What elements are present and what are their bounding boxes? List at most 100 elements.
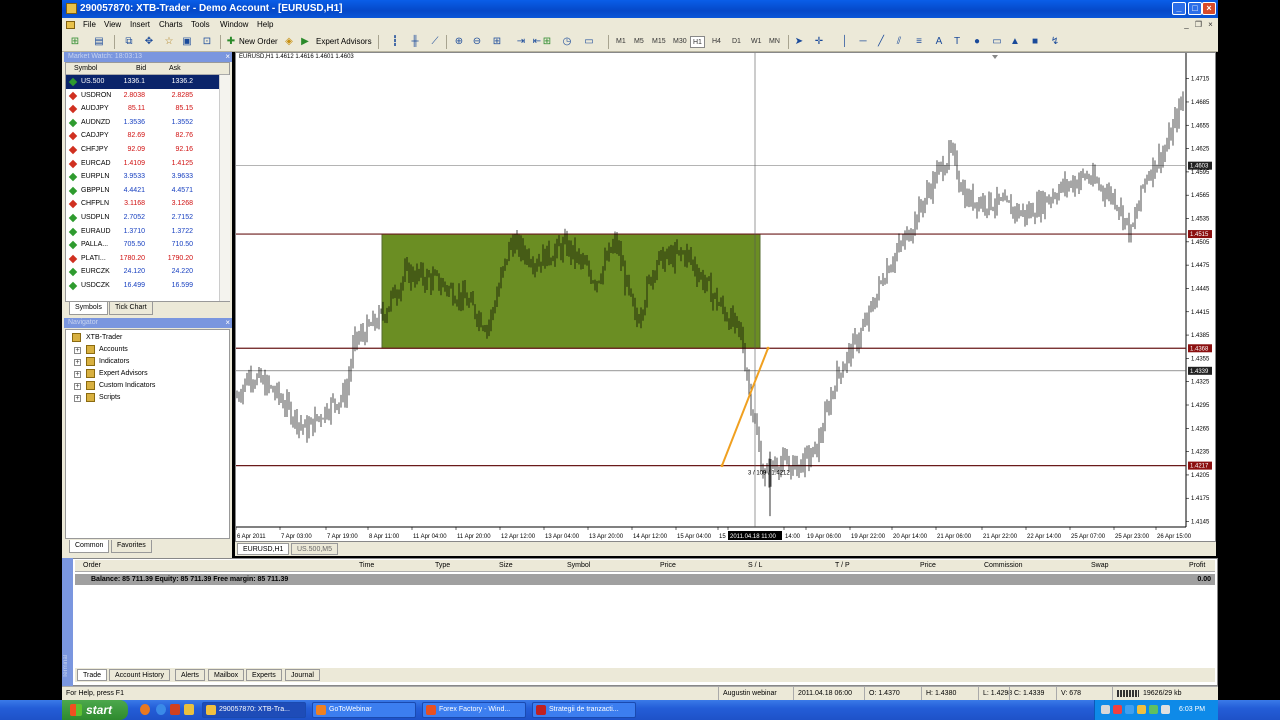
profiles-icon[interactable]: ▤: [92, 35, 106, 49]
market-watch-row[interactable]: USDRON 2.8038 2.8285: [66, 89, 229, 103]
nav-accounts[interactable]: Accounts: [99, 345, 128, 355]
ellipse-icon[interactable]: ●: [970, 35, 984, 49]
expand-accounts-icon[interactable]: +: [74, 347, 81, 354]
line-chart-icon[interactable]: ⟋: [428, 35, 442, 49]
channel-icon[interactable]: ⫽: [892, 35, 906, 49]
col-symbol[interactable]: Symbol: [567, 560, 590, 572]
market-watch-row[interactable]: CADJPY 82.69 82.76: [66, 129, 229, 143]
market-watch-row[interactable]: CHFPLN 3.1168 3.1268: [66, 197, 229, 211]
rectangle-icon[interactable]: ▭: [990, 35, 1004, 49]
tab-account-history[interactable]: Account History: [109, 669, 171, 681]
tray-icon-4[interactable]: [1137, 705, 1146, 714]
trendline-icon[interactable]: ╱: [874, 35, 888, 49]
close-button[interactable]: ×: [1202, 2, 1216, 15]
market-watch-row[interactable]: EURCAD 1.4109 1.4125: [66, 157, 229, 171]
expand-scripts-icon[interactable]: +: [74, 395, 81, 402]
timeframe-d1[interactable]: D1: [730, 36, 743, 48]
market-watch-close-icon[interactable]: ×: [225, 52, 230, 62]
nav-scripts[interactable]: Scripts: [99, 393, 120, 403]
chart-window[interactable]: 3 / 109 / 1.42121.47151.46851.46551.4625…: [235, 52, 1216, 542]
filled-rectangle-icon[interactable]: ■: [1028, 35, 1042, 49]
new-order-button[interactable]: New Order: [239, 35, 278, 49]
mdi-close-button[interactable]: ×: [1206, 20, 1215, 29]
timeframe-m1[interactable]: M1: [614, 36, 628, 48]
expand-custom-indicators-icon[interactable]: +: [74, 383, 81, 390]
tab-us500-m5[interactable]: US.500,M5: [291, 543, 339, 555]
menu-insert[interactable]: Insert: [130, 18, 150, 32]
market-watch-row[interactable]: PALLA... 705.50 710.50: [66, 238, 229, 252]
tray-icon-2[interactable]: [1113, 705, 1122, 714]
vertical-line-icon[interactable]: │: [838, 35, 852, 49]
scroll-chart-icon[interactable]: ⇥: [514, 35, 528, 49]
price-chart[interactable]: 3 / 109 / 1.42121.47151.46851.46551.4625…: [236, 53, 1215, 541]
crosshair-icon[interactable]: ✛: [812, 35, 826, 49]
nav-expert-advisors[interactable]: Expert Advisors: [99, 369, 148, 379]
tab-mailbox[interactable]: Mailbox: [208, 669, 245, 681]
col-profit[interactable]: Profit: [1189, 560, 1205, 572]
market-watch-scrollbar[interactable]: [219, 75, 230, 301]
market-watch-row[interactable]: AUDJPY 85.11 85.15: [66, 102, 229, 116]
media-quicklaunch-icon[interactable]: [170, 704, 180, 715]
maximize-button[interactable]: □: [1188, 2, 1202, 15]
data-window-icon[interactable]: ☆: [162, 35, 176, 49]
minimize-button[interactable]: _: [1172, 2, 1186, 15]
periods-icon[interactable]: ◷: [560, 35, 574, 49]
menu-help[interactable]: Help: [257, 18, 273, 32]
col-sl[interactable]: S / L: [748, 560, 762, 572]
taskbar-xtb-trader[interactable]: 290057870: XTB-Tra...: [202, 702, 306, 718]
timeframe-h4[interactable]: H4: [710, 36, 723, 48]
new-chart-icon[interactable]: ⊞: [68, 35, 82, 49]
tab-favorites[interactable]: Favorites: [111, 540, 152, 553]
timeframe-mn[interactable]: MN: [767, 36, 782, 48]
autotrading-icon[interactable]: ▶: [298, 35, 312, 49]
menu-tools[interactable]: Tools: [191, 18, 210, 32]
col-bid[interactable]: Bid: [136, 63, 146, 75]
tab-eurusd-h1[interactable]: EURUSD,H1: [237, 543, 290, 555]
timeframe-w1[interactable]: W1: [749, 36, 764, 48]
col-time[interactable]: Time: [359, 560, 374, 572]
col-price[interactable]: Price: [660, 560, 676, 572]
text-icon[interactable]: A: [932, 35, 946, 49]
col-commission[interactable]: Commission: [984, 560, 1023, 572]
tab-trade[interactable]: Trade: [77, 669, 108, 681]
market-watch-row[interactable]: PLATI... 1780.20 1790.20: [66, 252, 229, 266]
terminal-icon[interactable]: ▣: [180, 35, 194, 49]
taskbar-forex-factory[interactable]: Forex Factory - Wind...: [422, 702, 526, 718]
indicators-icon[interactable]: ⊞: [540, 35, 554, 49]
expand-expert-advisors-icon[interactable]: +: [74, 371, 81, 378]
strategy-tester-icon[interactable]: ⊡: [200, 35, 214, 49]
arrows-icon[interactable]: ↯: [1048, 35, 1062, 49]
market-watch-row[interactable]: CHFJPY 92.09 92.16: [66, 143, 229, 157]
tab-journal[interactable]: Journal: [285, 669, 320, 681]
triangle-icon[interactable]: ▲: [1008, 35, 1022, 49]
cursor-icon[interactable]: ➤: [792, 35, 806, 49]
tab-alerts[interactable]: Alerts: [175, 669, 205, 681]
menu-charts[interactable]: Charts: [159, 18, 183, 32]
templates-icon[interactable]: ▭: [582, 35, 596, 49]
expert-advisors-icon[interactable]: ◈: [282, 35, 296, 49]
taskbar-strategii[interactable]: Strategii de tranzacti...: [532, 702, 636, 718]
bar-chart-icon[interactable]: ┇: [388, 35, 402, 49]
fibonacci-icon[interactable]: ≡: [912, 35, 926, 49]
mdi-minimize-button[interactable]: _: [1182, 20, 1191, 29]
menu-view[interactable]: View: [104, 18, 121, 32]
market-watch-row[interactable]: USDPLN 2.7052 2.7152: [66, 211, 229, 225]
expert-advisors-button[interactable]: Expert Advisors: [316, 35, 372, 49]
timeframe-h1[interactable]: H1: [690, 36, 705, 48]
timeframe-m30[interactable]: M30: [671, 36, 689, 48]
timeframe-m15[interactable]: M15: [650, 36, 668, 48]
tray-icon-3[interactable]: [1125, 705, 1134, 714]
expand-indicators-icon[interactable]: +: [74, 359, 81, 366]
nav-root[interactable]: XTB-Trader: [86, 333, 122, 343]
market-watch-row[interactable]: EURAUD 1.3710 1.3722: [66, 225, 229, 239]
taskbar-gotowebinar[interactable]: GoToWebinar: [312, 702, 416, 718]
col-swap[interactable]: Swap: [1091, 560, 1109, 572]
col-symbol[interactable]: Symbol: [74, 63, 97, 75]
horizontal-line-icon[interactable]: ─: [856, 35, 870, 49]
zoom-in-icon[interactable]: ⊕: [452, 35, 466, 49]
tile-windows-icon[interactable]: ⊞: [490, 35, 504, 49]
market-watch-row[interactable]: AUDNZD 1.3536 1.3552: [66, 116, 229, 130]
timeframe-m5[interactable]: M5: [632, 36, 646, 48]
folder-quicklaunch-icon[interactable]: [184, 704, 194, 715]
market-watch-row[interactable]: EURCZK 24.120 24.220: [66, 265, 229, 279]
